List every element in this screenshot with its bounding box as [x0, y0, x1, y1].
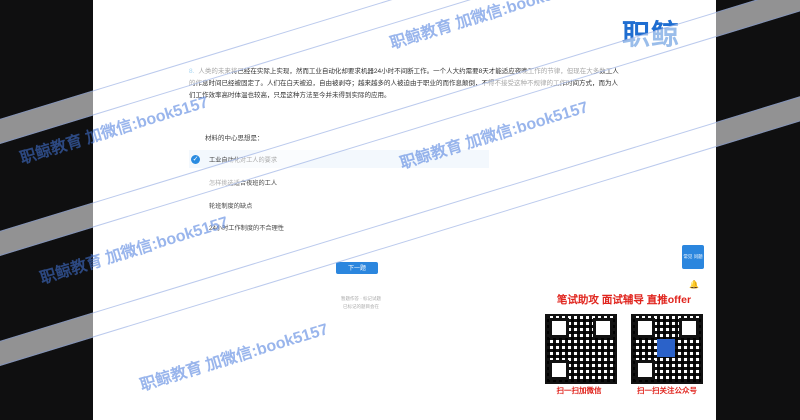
- footer-line2: 已标记的题目会在: [343, 304, 379, 309]
- wechat-qr-caption: 扫一扫加微信: [556, 386, 602, 395]
- option-label: 24小时工作制度的不合理性: [209, 224, 284, 232]
- next-question-button[interactable]: 下一题: [336, 262, 378, 274]
- subquestion-prompt: 材料的中心思想是：: [205, 135, 264, 142]
- wechat-qr-code[interactable]: [545, 314, 617, 384]
- official-account-qr-code[interactable]: [631, 314, 703, 384]
- footer-line1: 暂题作答 · 标记试题: [341, 296, 381, 301]
- faq-button[interactable]: 常见 问题: [682, 245, 704, 269]
- faq-label: 常见 问题: [683, 254, 703, 259]
- promo-title: 笔试助攻 面试辅导 直推offer: [556, 294, 692, 306]
- official-account-qr-caption: 扫一扫关注公众号: [637, 386, 697, 395]
- option-label: 轮班制度的缺点: [209, 202, 253, 210]
- bell-icon[interactable]: 🔔: [689, 280, 699, 289]
- promo-card: 笔试助攻 面试辅导 直推offer 扫一扫加微信 扫一扫关注公众号: [535, 290, 713, 408]
- check-icon: ✓: [191, 154, 200, 164]
